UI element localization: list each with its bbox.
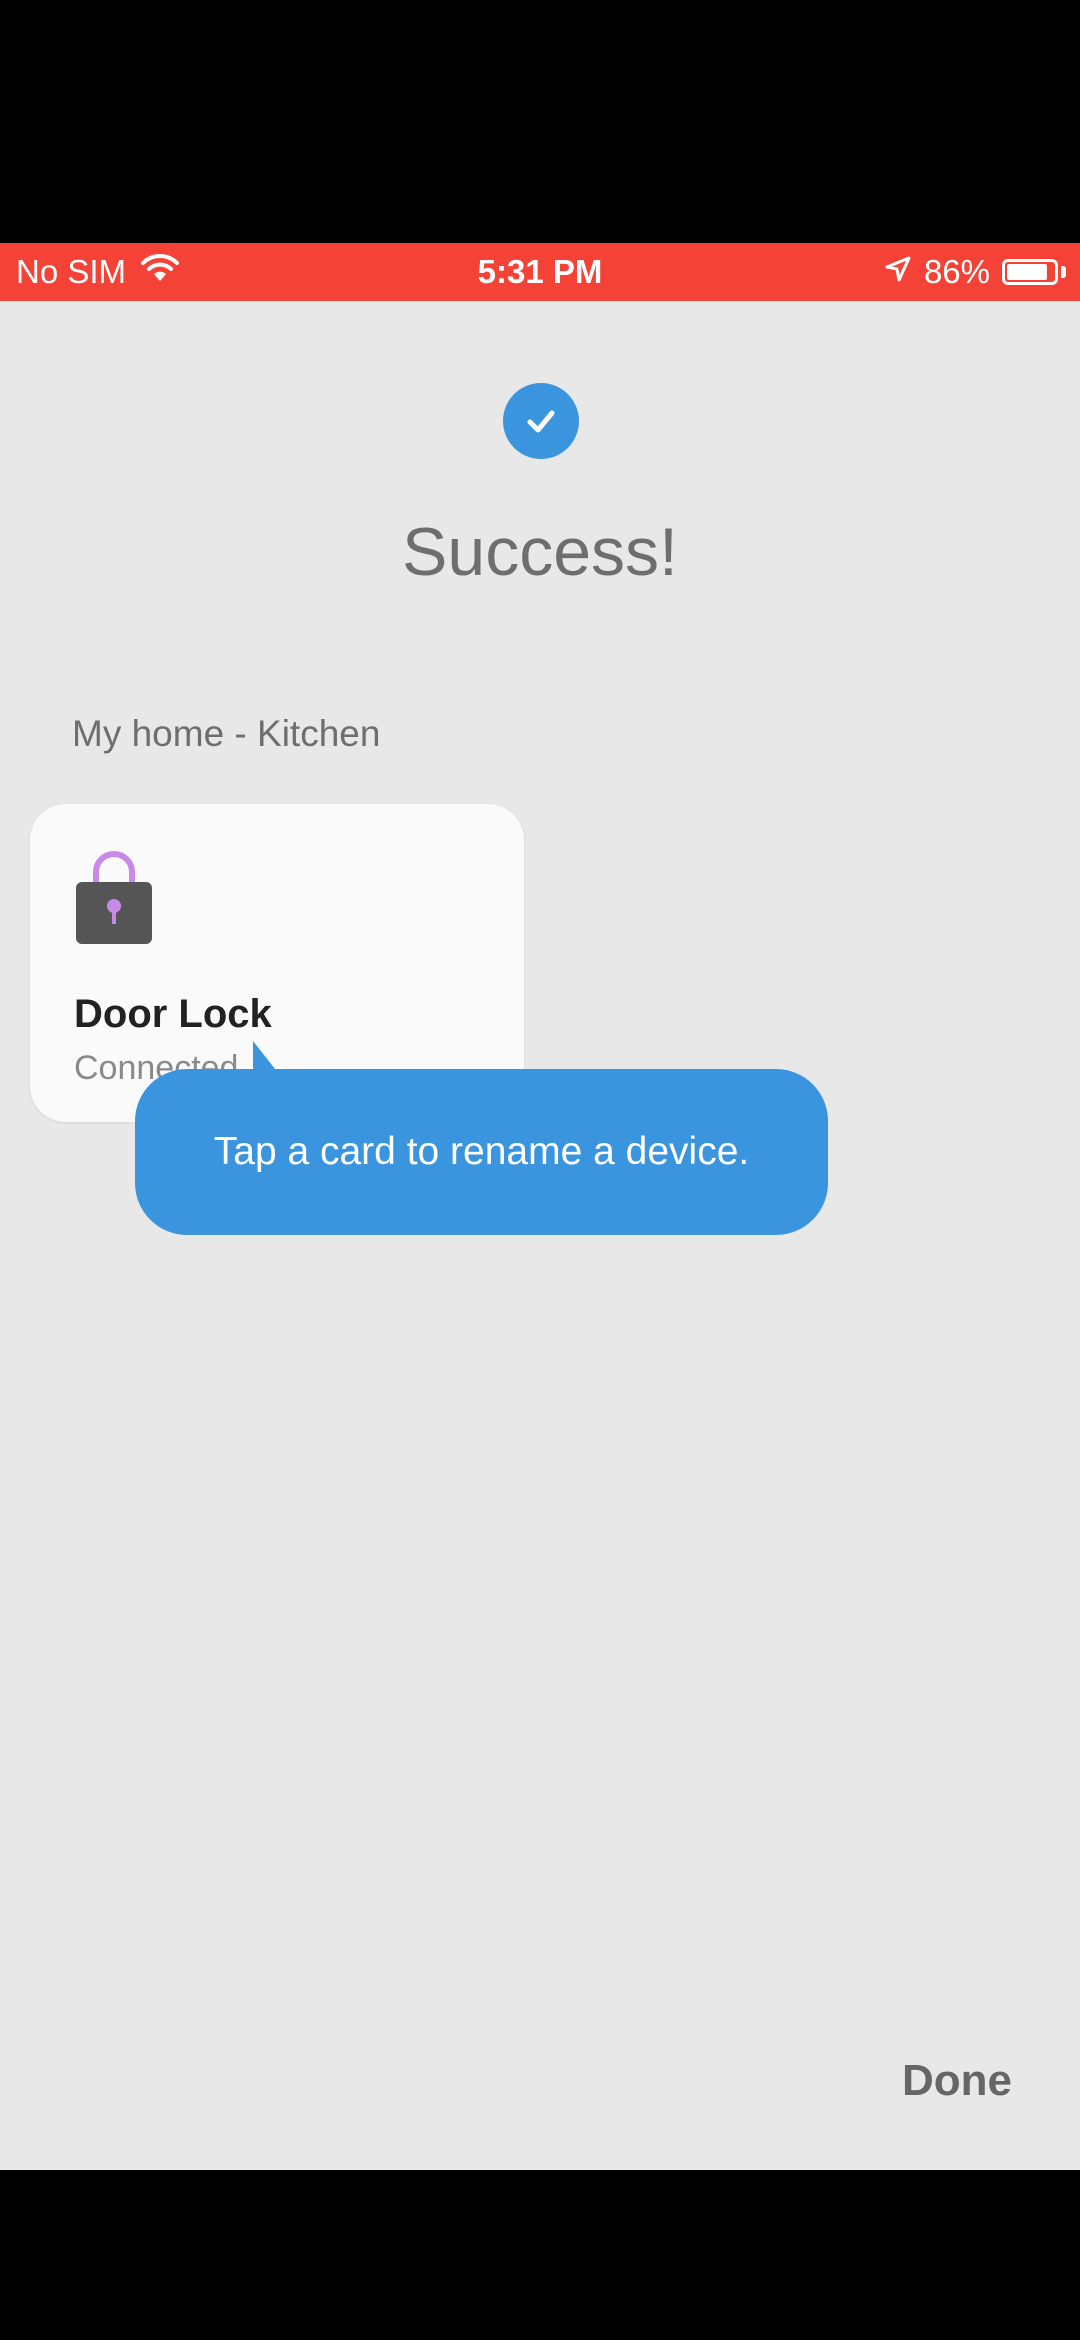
rename-tooltip[interactable]: Tap a card to rename a device. xyxy=(135,1041,828,1235)
tooltip-text: Tap a card to rename a device. xyxy=(213,1130,750,1173)
battery-icon xyxy=(1002,259,1058,285)
status-right: 86% xyxy=(884,243,1066,301)
page-title: Success! xyxy=(402,514,678,590)
tooltip-pointer xyxy=(253,1041,297,1069)
battery-tip xyxy=(1061,266,1066,278)
location-arrow-icon xyxy=(884,253,912,291)
battery-level-fill xyxy=(1007,264,1047,280)
top-letterbox xyxy=(0,0,1080,243)
done-button[interactable]: Done xyxy=(902,2056,1012,2106)
status-bar: No SIM 5:31 PM 86% xyxy=(0,243,1080,301)
battery-percent: 86% xyxy=(923,253,990,290)
location-label: My home - Kitchen xyxy=(72,713,381,754)
success-screen: Success! My home - Kitchen Door Lock Con… xyxy=(0,301,1080,2170)
lock-icon xyxy=(74,844,154,944)
bottom-letterbox xyxy=(0,2170,1080,2340)
check-circle-icon xyxy=(503,383,579,459)
device-name: Door Lock xyxy=(74,992,272,1036)
